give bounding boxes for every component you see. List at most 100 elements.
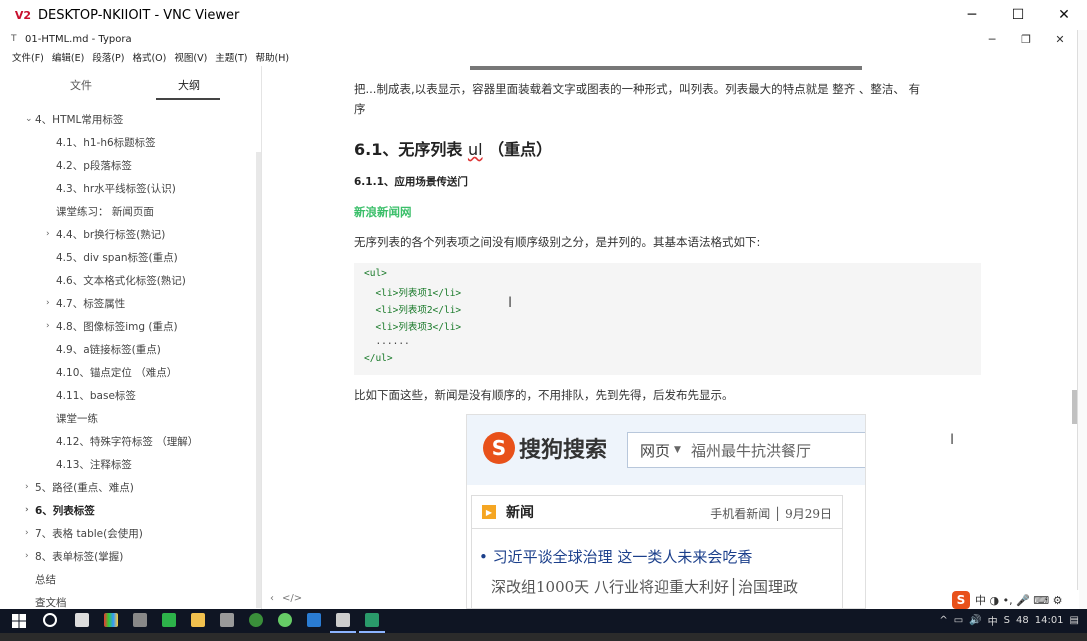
link-sina-news[interactable]: 新浪新闻网 [354,204,412,220]
sidebar-tabs: 文件 大纲 [0,66,262,102]
green-app-icon[interactable] [162,613,176,627]
vnc-window-title: DESKTOP-NKIIOIT - VNC Viewer [38,7,240,23]
active-tab-indicator [156,98,220,100]
color-app-icon[interactable] [104,613,118,627]
chevron-icon[interactable]: ⌄ [25,114,33,124]
calculator-icon[interactable] [75,613,89,627]
outline-item-label: 查文档 [35,596,67,609]
outline-item[interactable]: 4.12、特殊字符标签 （理解） [56,430,198,452]
outline-item[interactable]: 4.3、hr水平线标签(认识) [56,177,176,199]
ime-toolbar-glyphs[interactable]: 中 ◑ •, 🎤 ⌨ ⚙ [975,592,1063,608]
outline-item[interactable]: 4.5、div span标签(重点) [56,246,178,268]
tray-volume-icon[interactable]: 🔊 [969,615,981,626]
sogou-search-box: 网页 ▼ 福州最牛抗洪餐厅 [627,432,865,468]
outline-item[interactable]: › 7、表格 table(会使用) [25,522,143,544]
chevron-icon[interactable]: › [25,505,29,515]
vscode-icon[interactable] [307,613,321,627]
code-line: <li>列表项1</li> [364,288,462,299]
outline-item[interactable]: 4.6、文本格式化标签(熟记) [56,269,186,291]
outline-item[interactable]: 4.10、锚点定位 （难点） [56,361,177,383]
outline-item[interactable]: 总结 [35,568,56,590]
outline-item-label: 8、表单标签(掌握) [35,550,124,563]
outline-item[interactable]: 4.11、base标签 [56,384,136,406]
vnc-close-button[interactable]: ✕ [1041,0,1087,30]
outline-item[interactable]: 课堂练习： 新闻页面 [56,200,154,222]
code-block[interactable]: <ul> <li>列表项1</li> <li>列表项2</li> <li>列表项… [354,263,981,375]
typora-icon[interactable] [336,613,350,627]
outline-item-label: 4、HTML常用标签 [35,113,124,126]
outline-item[interactable]: 4.9、a链接标签(重点) [56,338,161,360]
typora-close-button[interactable]: ✕ [1043,30,1077,48]
outline-item[interactable]: 4.13、注释标签 [56,453,132,475]
chevron-icon[interactable]: › [25,551,29,561]
sogou-ime-icon[interactable]: S [952,591,970,609]
outline-item-label: 4.5、div span标签(重点) [56,251,178,264]
menu-format[interactable]: 格式(O) [132,50,166,64]
vnc-maximize-button[interactable]: ☐ [995,0,1041,30]
outline-item-label: 4.11、base标签 [56,389,136,402]
search-icon[interactable] [43,613,57,627]
tab-files[interactable]: 文件 [70,77,92,93]
chrome-icon[interactable] [249,613,263,627]
menu-edit[interactable]: 编辑(E) [52,50,84,64]
ime-toolbar[interactable]: S 中 ◑ •, 🎤 ⌨ ⚙ [952,590,1079,610]
outline-item[interactable]: › 8、表单标签(掌握) [25,545,124,567]
app-icon[interactable] [220,613,234,627]
outline-item-label: 4.1、h1-h6标题标签 [56,136,156,149]
outline-item[interactable]: 4.2、p段落标签 [56,154,132,176]
screen: V2 DESKTOP-NKIIOIT - VNC Viewer ─ ☐ ✕ T … [0,0,1087,641]
heading-unordered-list: 6.1、无序列表 ul （重点） [354,136,552,160]
chevron-icon[interactable]: › [25,482,29,492]
outline-item-label: 4.12、特殊字符标签 （理解） [56,435,199,448]
code-line: ...... [364,336,410,347]
chevron-icon[interactable]: › [46,229,50,239]
paragraph-intro-line1: 把...制成表,以表显示，容器里面装载着文字或图表的一种形式，叫列表。列表最大的… [354,82,921,96]
menu-theme[interactable]: 主题(T) [215,50,247,64]
toggle-sidebar-button[interactable]: ‹ [270,593,274,604]
chevron-icon[interactable]: › [46,298,50,308]
typora-minimize-button[interactable]: ─ [975,30,1009,48]
outline-item[interactable]: › 5、路径(重点、难点) [25,476,134,498]
tray-network-icon[interactable]: ▭ [954,615,963,626]
typora-restore-button[interactable]: ❐ [1009,30,1043,48]
outline-item-label: 课堂一练 [56,412,98,425]
chevron-icon[interactable]: › [46,321,50,331]
tray-input-method[interactable]: 中 [988,613,998,628]
heading-use-case: 6.1.1、应用场景传送门 [354,176,468,188]
outline-item-label: 4.6、文本格式化标签(熟记) [56,274,186,287]
tray-sogou-icon[interactable]: S [1004,615,1010,626]
tray-badge[interactable]: 48 [1016,615,1029,626]
tray-clock[interactable]: 14:01 [1035,615,1064,626]
mouse-ibeam-icon: I [950,432,955,448]
source-mode-button[interactable]: </> [282,593,302,604]
sogou-news-meta: 手机看新闻 │ 9月29日 [710,507,832,521]
outline-item[interactable]: › 4.4、br换行标签(熟记) [46,223,165,245]
folder-icon[interactable] [191,613,205,627]
outline-item-label: 课堂练习： 新闻页面 [56,205,154,218]
editor-scrollbar[interactable] [1072,390,1077,424]
menu-file[interactable]: 文件(F) [12,50,44,64]
outline-item[interactable]: › 4.8、图像标签img (重点) [46,315,178,337]
browser-icon[interactable] [278,613,292,627]
outline-item[interactable]: 4.1、h1-h6标题标签 [56,131,156,153]
vnc-logo-icon: V2 [14,8,32,22]
sidebar-scrollbar[interactable] [256,152,261,608]
editor[interactable]: 把...制成表,以表显示，容器里面装载着文字或图表的一种形式，叫列表。列表最大的… [262,66,1078,609]
chevron-icon[interactable]: › [25,528,29,538]
action-center-icon[interactable]: ▤ [1070,615,1079,626]
vnc-viewer-icon[interactable] [365,613,379,627]
outline-item[interactable]: › 6、列表标签 [25,499,95,521]
desktop-bottom-strip [0,633,1087,641]
tab-outline[interactable]: 大纲 [178,77,200,93]
sogou-screenshot-image: S 搜狗搜索 网页 ▼ 福州最牛抗洪餐厅 ▶ 新闻 手机看新闻 │ 9月29日 … [466,414,866,609]
tray-show-hidden-icon[interactable]: ^ [939,615,947,626]
outline-item[interactable]: ⌄ 4、HTML常用标签 [25,108,124,130]
vnc-minimize-button[interactable]: ─ [949,0,995,30]
windows-start-icon[interactable] [12,614,26,628]
outline-item[interactable]: 课堂一练 [56,407,98,429]
menu-help[interactable]: 帮助(H) [256,50,290,64]
paint-icon[interactable] [133,613,147,627]
menu-paragraph[interactable]: 段落(P) [92,50,124,64]
menu-view[interactable]: 视图(V) [174,50,207,64]
outline-item[interactable]: › 4.7、标签属性 [46,292,125,314]
